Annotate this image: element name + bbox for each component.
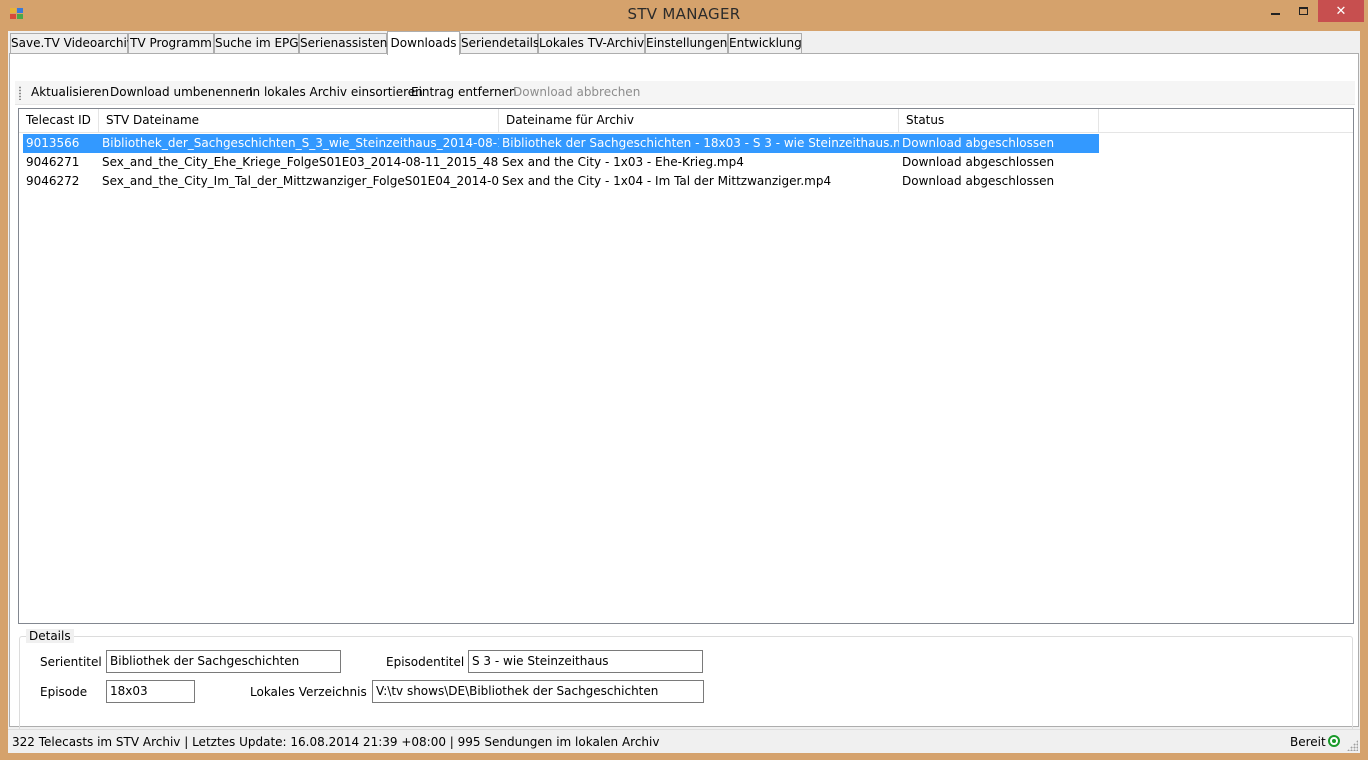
tab-downloads[interactable]: Downloads [387, 31, 460, 55]
episode-field[interactable]: 18x03 [106, 680, 195, 703]
table-row[interactable]: 9046272 Sex_and_the_City_Im_Tal_der_Mitt… [23, 172, 1099, 191]
toolbar-grip[interactable] [19, 86, 21, 100]
cell-telecast-id: 9046272 [26, 174, 80, 188]
episode-title-label: Episodentitel [386, 655, 465, 669]
status-ready-label: Bereit [1290, 735, 1326, 749]
series-title-field[interactable]: Bibliothek der Sachgeschichten [106, 650, 341, 673]
cancel-download-button[interactable]: Download abbrechen [513, 85, 640, 99]
tab-einstellungen[interactable]: Einstellungen [645, 33, 728, 54]
status-ok-icon [1328, 735, 1340, 747]
tab-serienassistent[interactable]: Serienassistent [299, 33, 392, 54]
cell-archive-filename: Sex and the City - 1x04 - Im Tal der Mit… [502, 174, 832, 188]
close-button[interactable]: ✕ [1318, 0, 1364, 22]
main-window: STV MANAGER ✕ Save.TV Videoarchiv TV Pro… [0, 0, 1368, 760]
local-directory-label: Lokales Verzeichnis [250, 685, 367, 699]
cell-stv-filename: Bibliothek_der_Sachgeschichten_S_3_wie_S… [102, 136, 499, 150]
cell-stv-filename: Sex_and_the_City_Ehe_Kriege_FolgeS01E03_… [102, 155, 499, 169]
cell-status: Download abgeschlossen [902, 155, 1055, 169]
rename-download-button[interactable]: Download umbenennen [110, 85, 253, 99]
tab-lokales-tv-archiv[interactable]: Lokales TV-Archiv [538, 33, 645, 54]
list-header: Telecast ID STV Dateiname Dateiname für … [19, 109, 1353, 133]
status-ok-icon-dot [1332, 739, 1336, 743]
maximize-icon [1298, 7, 1308, 15]
minimize-button[interactable] [1262, 0, 1288, 22]
column-header-telecast-id[interactable]: Telecast ID [19, 109, 99, 132]
status-summary: 322 Telecasts im STV Archiv | Letztes Up… [12, 735, 660, 749]
cell-telecast-id: 9046271 [26, 155, 80, 169]
details-legend: Details [26, 629, 74, 643]
downloads-list[interactable]: Telecast ID STV Dateiname Dateiname für … [18, 108, 1354, 624]
local-directory-field[interactable]: V:\tv shows\DE\Bibliothek der Sachgeschi… [372, 680, 704, 703]
tab-suche-im-epg[interactable]: Suche im EPG [214, 33, 299, 54]
cell-archive-filename: Bibliothek der Sachgeschichten - 18x03 -… [502, 136, 899, 150]
close-icon: ✕ [1335, 3, 1347, 19]
cell-status: Download abgeschlossen [902, 174, 1055, 188]
toolbar: Aktualisieren Download umbenennen In lok… [15, 81, 1355, 105]
table-row[interactable]: 9046271 Sex_and_the_City_Ehe_Kriege_Folg… [23, 153, 1099, 172]
episode-title-field[interactable]: S 3 - wie Steinzeithaus [468, 650, 703, 673]
column-header-stv-filename[interactable]: STV Dateiname [99, 109, 499, 132]
tab-tv-programm[interactable]: TV Programm [128, 33, 214, 54]
client-area: Save.TV Videoarchiv TV Programm Suche im… [8, 31, 1360, 753]
maximize-button[interactable] [1290, 0, 1316, 22]
title-bar[interactable]: STV MANAGER ✕ [0, 0, 1368, 30]
series-title-label: Serientitel [40, 655, 102, 669]
downloads-tab-panel: Aktualisieren Download umbenennen In lok… [9, 53, 1359, 746]
refresh-button[interactable]: Aktualisieren [31, 85, 109, 99]
minimize-icon [1270, 13, 1280, 15]
cell-archive-filename: Sex and the City - 1x03 - Ehe-Krieg.mp4 [502, 155, 744, 169]
sort-into-archive-button[interactable]: In lokales Archiv einsortieren [249, 85, 423, 99]
tab-save-tv-videoarchiv[interactable]: Save.TV Videoarchiv [10, 33, 134, 54]
table-row[interactable]: 9013566 Bibliothek_der_Sachgeschichten_S… [23, 134, 1099, 153]
status-bar: 322 Telecasts im STV Archiv | Letztes Up… [8, 729, 1360, 753]
cell-stv-filename: Sex_and_the_City_Im_Tal_der_Mittzwanzige… [102, 174, 499, 188]
tab-seriendetails[interactable]: Seriendetails [460, 33, 539, 54]
tab-strip: Save.TV Videoarchiv TV Programm Suche im… [8, 31, 1360, 55]
cell-telecast-id: 9013566 [26, 136, 80, 150]
episode-label: Episode [40, 685, 88, 699]
cell-status: Download abgeschlossen [902, 136, 1055, 150]
resize-grip[interactable] [1347, 740, 1358, 751]
column-header-status[interactable]: Status [899, 109, 1099, 132]
window-title: STV MANAGER [627, 5, 741, 23]
tab-entwicklung[interactable]: Entwicklung [728, 33, 802, 54]
column-header-archive-filename[interactable]: Dateiname für Archiv [499, 109, 899, 132]
remove-entry-button[interactable]: Eintrag entfernen [411, 85, 517, 99]
